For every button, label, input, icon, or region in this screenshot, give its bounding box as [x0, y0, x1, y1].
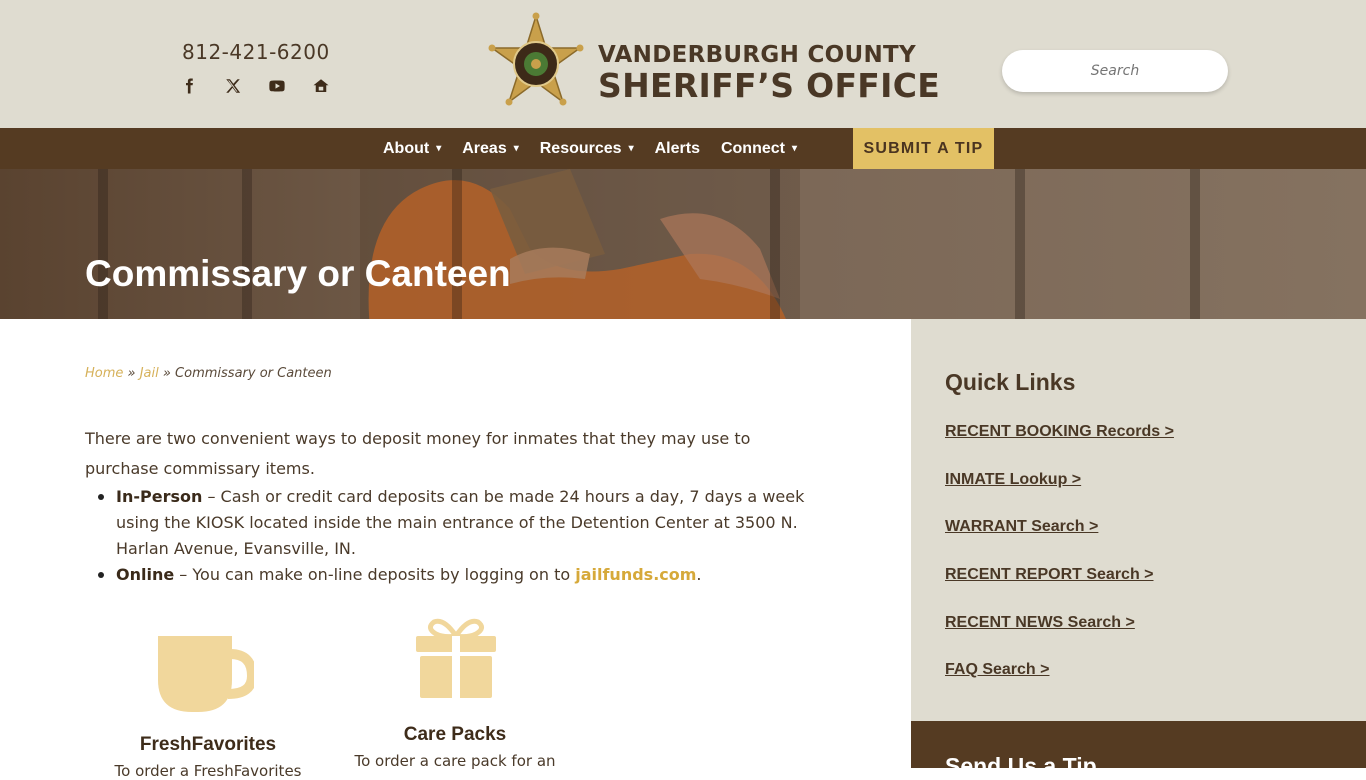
nav-item-alerts[interactable]: Alerts [655, 128, 700, 169]
nav-item-areas[interactable]: Areas ▾ [462, 128, 519, 169]
jailfunds-link[interactable]: jailfunds.com [575, 565, 696, 584]
coffee-cup-icon [158, 636, 254, 712]
intro-text: There are two convenient ways to deposit… [85, 429, 751, 478]
quick-links-title: Quick Links [945, 369, 1076, 395]
breadcrumb-current: Commissary or Canteen [175, 366, 332, 381]
submit-tip-button[interactable]: SUBMIT A TIP [853, 128, 994, 169]
list-item-label: In-Person [116, 487, 203, 506]
facebook-icon[interactable] [176, 74, 202, 98]
nav-item-resources[interactable]: Resources ▾ [540, 128, 634, 169]
feature-description: To order a FreshFavorites [114, 762, 302, 780]
list-item-text: – Cash or credit card deposits can be ma… [116, 487, 805, 558]
hero-bar [98, 169, 108, 319]
nav-item-connect[interactable]: Connect ▾ [721, 128, 797, 169]
page-title: Commissary or Canteen [85, 253, 511, 294]
logo-title-line2: SHERIFF’S OFFICE [598, 66, 941, 105]
gift-icon [416, 618, 496, 698]
breadcrumb-home-link[interactable]: Home [85, 366, 123, 381]
list-item-text: – You can make on-line deposits by loggi… [174, 565, 576, 584]
chevron-down-icon: ▾ [628, 143, 634, 154]
chevron-down-icon: ▾ [436, 143, 442, 154]
nav-item-label: About [383, 139, 430, 157]
breadcrumb: Home » Jail » Commissary or Canteen [85, 366, 332, 381]
site-logo[interactable]: VANDERBURGH COUNTY SHERIFF’S OFFICE [484, 12, 940, 116]
hero-bar [770, 169, 780, 319]
youtube-icon[interactable] [264, 74, 290, 98]
feature-care-packs[interactable]: Care Packs To order a care pack for an [350, 616, 560, 770]
quick-link-recent-booking[interactable]: RECENT BOOKING Records > [945, 423, 1174, 441]
sidebar: Quick Links RECENT BOOKING Records > INM… [911, 319, 1366, 721]
feature-description: To order a care pack for an [354, 752, 556, 770]
hero-bar [242, 169, 252, 319]
feature-freshfavorites[interactable]: FreshFavorites To order a FreshFavorites [100, 620, 316, 780]
page-hero: Commissary or Canteen [0, 169, 1366, 319]
inmate-reading-image [360, 169, 800, 319]
chevron-down-icon: ▾ [513, 143, 519, 154]
search-box [1002, 50, 1228, 92]
breadcrumb-separator: » [162, 366, 171, 381]
quick-link-recent-report[interactable]: RECENT REPORT Search > [945, 566, 1154, 584]
quick-link-inmate-lookup[interactable]: INMATE Lookup > [945, 471, 1081, 489]
hero-bar [1015, 169, 1025, 319]
site-header: 812-421-6200 VANDERBURGH COUNTY SHERIFF’… [0, 0, 1366, 128]
send-tip-section: Send Us a Tip [911, 721, 1366, 768]
main-nav: About ▾ Areas ▾ Resources ▾ Alerts Connect ▾ SUB… [0, 128, 1366, 169]
nav-item-label: Connect [720, 139, 785, 157]
nav-item-label: Areas [462, 139, 507, 157]
list-item-label: Online [116, 565, 175, 584]
nav-item-label: Alerts [654, 139, 700, 157]
feature-title: Care Packs [403, 724, 507, 745]
nixle-icon[interactable] [308, 74, 334, 98]
hero-bar [1190, 169, 1200, 319]
feature-title: FreshFavorites [139, 734, 277, 755]
sheriff-star-icon [488, 12, 584, 106]
nav-item-label: Resources [539, 139, 622, 157]
search-input[interactable] [1015, 63, 1215, 79]
list-item-text: . [696, 565, 702, 584]
phone-number[interactable]: 812-421-6200 [182, 40, 330, 64]
quick-link-recent-news[interactable]: RECENT NEWS Search > [945, 614, 1135, 632]
social-links [176, 74, 334, 98]
send-tip-title: Send Us a Tip [945, 753, 1097, 768]
list-item: Online – You can make on-line deposits b… [98, 562, 816, 588]
x-icon[interactable] [220, 74, 246, 98]
quick-link-faq-search[interactable]: FAQ Search > [945, 661, 1050, 679]
breadcrumb-separator: » [127, 366, 136, 381]
list-item: In-Person – Cash or credit card deposits… [98, 484, 816, 562]
deposit-options-list: In-Person – Cash or credit card deposits… [98, 484, 816, 588]
chevron-down-icon: ▾ [791, 143, 797, 154]
quick-link-warrant-search[interactable]: WARRANT Search > [945, 518, 1098, 536]
breadcrumb-jail-link[interactable]: Jail [140, 366, 159, 381]
hero-bar [452, 169, 462, 319]
nav-item-about[interactable]: About ▾ [383, 128, 441, 169]
logo-title-line1: VANDERBURGH COUNTY [598, 42, 916, 68]
